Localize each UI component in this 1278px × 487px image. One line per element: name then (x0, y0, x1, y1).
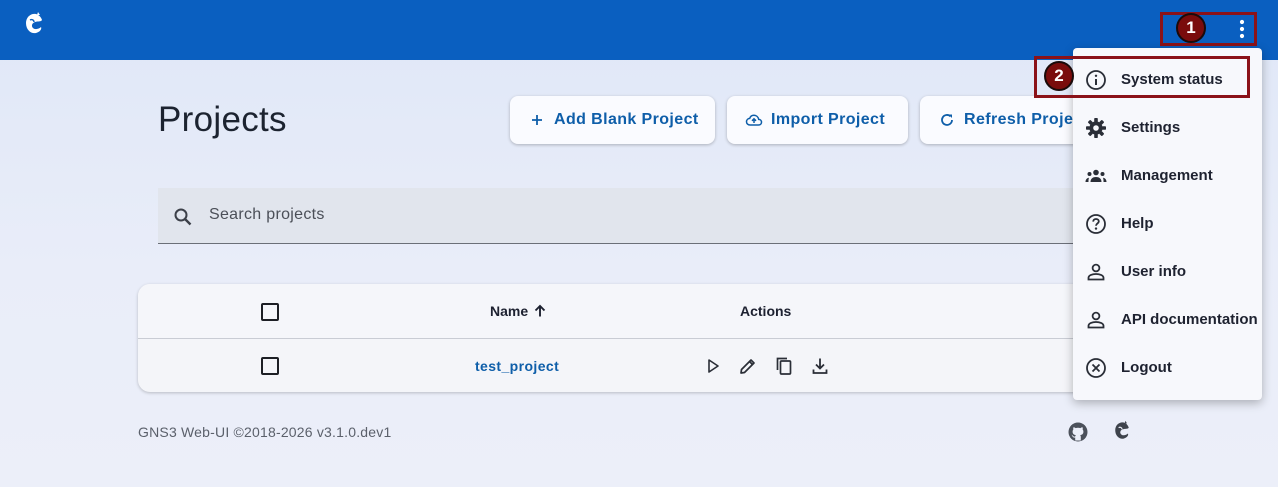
search-icon (174, 208, 192, 226)
menu-item-user-info[interactable]: User info (1073, 248, 1262, 296)
select-all-checkbox[interactable] (261, 303, 279, 321)
refresh-project-label: Refresh Project (964, 111, 1088, 128)
annotation-badge-1: 1 (1176, 13, 1206, 43)
menu-item-label: Help (1121, 215, 1154, 232)
play-icon[interactable] (702, 355, 724, 377)
person-icon (1087, 263, 1105, 281)
search-input[interactable]: Search projects (209, 206, 325, 224)
help-icon (1086, 214, 1106, 234)
annotation-box-1 (1160, 12, 1257, 46)
menu-item-api-documentation[interactable]: API documentation (1073, 296, 1262, 344)
menu-item-logout[interactable]: Logout (1073, 344, 1262, 392)
table-header: Name Actions (138, 284, 1088, 339)
refresh-icon (941, 114, 953, 126)
group-icon (1085, 169, 1107, 182)
cloud-upload-icon (745, 114, 763, 126)
person-icon (1087, 311, 1105, 329)
menu-item-label: Settings (1121, 119, 1181, 136)
close-circle-icon (1086, 358, 1106, 378)
name-column-header[interactable]: Name (490, 303, 528, 319)
edit-icon[interactable] (737, 355, 759, 377)
github-icon[interactable] (1067, 421, 1089, 443)
plus-icon (532, 115, 542, 125)
actions-column-header: Actions (740, 303, 792, 319)
menu-item-label: API documentation (1121, 311, 1258, 328)
gns3-logo-icon[interactable] (1111, 420, 1133, 442)
row-checkbox[interactable] (261, 357, 279, 375)
import-project-button[interactable]: Import Project (727, 96, 908, 144)
menu-item-help[interactable]: Help (1073, 200, 1262, 248)
table-row: test_project (138, 340, 1088, 392)
arrow-up-icon[interactable] (533, 304, 547, 318)
menu-item-label: Management (1121, 167, 1213, 184)
gear-icon (1086, 118, 1106, 138)
page-title: Projects (158, 100, 287, 139)
download-icon[interactable] (809, 355, 831, 377)
search-projects-field[interactable]: Search projects (158, 188, 1088, 244)
annotation-badge-2: 2 (1044, 61, 1074, 91)
overflow-menu: System status Settings Management Help U… (1073, 48, 1262, 400)
footer-version-text: GNS3 Web-UI ©2018-2026 v3.1.0.dev1 (138, 424, 392, 440)
menu-item-management[interactable]: Management (1073, 152, 1262, 200)
projects-table: Name Actions test_project (138, 284, 1088, 392)
gns3-logo-icon[interactable] (22, 11, 46, 37)
import-project-label: Import Project (771, 111, 886, 128)
menu-item-label: Logout (1121, 359, 1172, 376)
add-blank-project-label: Add Blank Project (554, 111, 699, 128)
copy-icon[interactable] (773, 355, 795, 377)
add-blank-project-button[interactable]: Add Blank Project (510, 96, 715, 144)
menu-item-settings[interactable]: Settings (1073, 104, 1262, 152)
menu-item-label: User info (1121, 263, 1187, 280)
project-name-link[interactable]: test_project (475, 358, 559, 374)
refresh-project-button[interactable]: Refresh Project (920, 96, 1088, 144)
